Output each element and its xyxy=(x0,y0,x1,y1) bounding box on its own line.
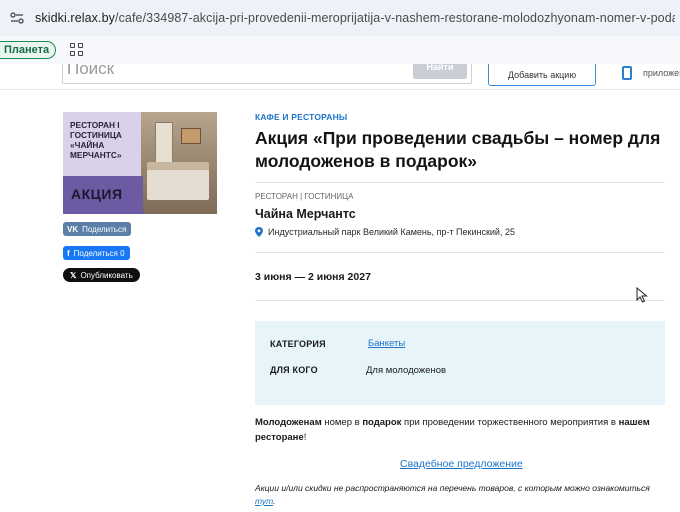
desc-text-3: ! xyxy=(303,432,307,443)
disclaimer-text: Акции и/или скидки не распространяются н… xyxy=(255,483,650,493)
app-link-text[interactable]: приложен xyxy=(643,68,680,78)
site-info-icon[interactable] xyxy=(9,10,25,26)
room-artwork xyxy=(181,128,201,144)
disclaimer: Акции и/или скидки не распространяются н… xyxy=(255,482,665,508)
address-bar[interactable]: skidki.relax.by/cafe/334987-akcija-pri-p… xyxy=(0,0,680,36)
url-host: skidki.relax.by xyxy=(35,11,115,25)
share-vk-label: Поделиться xyxy=(82,224,127,234)
share-x-button[interactable]: 𝕏 Опубликовать xyxy=(63,268,140,282)
desc-bold-2: подарок xyxy=(362,417,402,428)
search-button[interactable]: Найти xyxy=(413,64,467,79)
disclaimer-link[interactable]: тут xyxy=(255,496,273,506)
promo-image: Ресторан і гостиница «Чайна Мерчантс» АК… xyxy=(63,112,217,214)
offer-dates: 3 июня — 2 июня 2027 xyxy=(255,271,371,283)
business-type: РЕСТОРАН | ГОСТИНИЦА xyxy=(255,192,354,201)
facebook-icon: f xyxy=(67,248,70,258)
disclaimer-end: . xyxy=(273,496,276,506)
share-fb-label: Поделиться 0 xyxy=(73,248,125,258)
site-header: Поиск Найти Добавить акцию приложен xyxy=(0,64,680,90)
share-vk-button[interactable]: VK Поделиться xyxy=(63,222,132,236)
wedding-offer-link[interactable]: Свадебное предложение xyxy=(400,458,523,470)
url-text[interactable]: skidki.relax.by/cafe/334987-akcija-pri-p… xyxy=(35,11,675,25)
page-title: Акция «При проведении свадьбы – номер дл… xyxy=(255,128,661,171)
desc-text-1: номер в xyxy=(321,417,363,428)
search-input[interactable]: Поиск Найти xyxy=(62,64,472,84)
divider xyxy=(255,252,665,253)
room-bed xyxy=(147,170,209,200)
desc-bold-1: Молодоженам xyxy=(255,417,322,428)
room-window xyxy=(155,122,173,168)
search-placeholder: Поиск xyxy=(67,64,115,78)
audience-value: Для молодоженов xyxy=(366,365,447,376)
address-text: Индустриальный парк Великий Камень, пр-т… xyxy=(268,227,515,237)
details-box: КАТЕГОРИЯ Банкеты ДЛЯ КОГО Для молодожен… xyxy=(255,321,665,405)
location-pin-icon xyxy=(255,227,263,237)
category-label: КАТЕГОРИЯ xyxy=(270,339,326,349)
desc-text-2: при проведении торжественного мероприяти… xyxy=(401,417,619,428)
promo-hotel-text: Ресторан і гостиница «Чайна Мерчантс» xyxy=(70,120,122,160)
apps-grid-icon[interactable] xyxy=(70,43,84,57)
bookmark-planeta[interactable]: Планета xyxy=(0,41,57,59)
mouse-cursor-icon xyxy=(636,286,648,303)
offer-description: Молодоженам номер в подарок при проведен… xyxy=(255,415,665,445)
divider xyxy=(255,182,665,183)
add-promo-button[interactable]: Добавить акцию xyxy=(488,64,596,86)
vk-icon: VK xyxy=(67,224,79,234)
offer-category-link[interactable]: КАФЕ И РЕСТОРАНЫ xyxy=(255,112,347,122)
share-x-label: Опубликовать xyxy=(80,270,133,280)
share-fb-button[interactable]: f Поделиться 0 xyxy=(63,246,130,260)
audience-label: ДЛЯ КОГО xyxy=(270,365,318,375)
promo-band-edge xyxy=(123,176,145,214)
x-icon: 𝕏 xyxy=(70,270,77,280)
bookmarks-bar: Планета xyxy=(0,36,680,64)
business-name-link[interactable]: Чайна Мерчантс xyxy=(255,207,356,221)
category-value-link[interactable]: Банкеты xyxy=(368,338,405,349)
address: Индустриальный парк Великий Камень, пр-т… xyxy=(255,227,515,237)
url-path: /cafe/334987-akcija-pri-provedenii-merop… xyxy=(115,11,675,25)
divider xyxy=(255,300,665,301)
promo-badge: АКЦИЯ xyxy=(71,186,123,202)
phone-icon[interactable] xyxy=(622,66,632,80)
hotel-room-photo xyxy=(141,112,217,214)
